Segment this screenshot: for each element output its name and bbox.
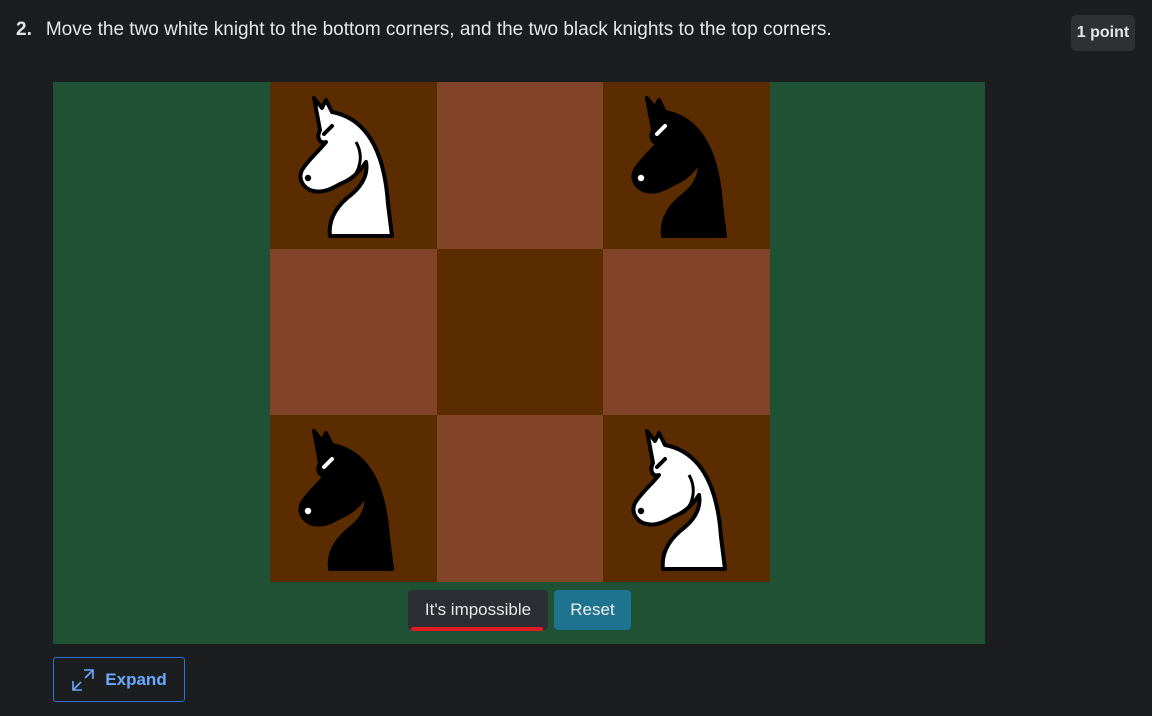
question-prompt: 2. Move the two white knight to the bott… [16,19,832,41]
expand-arrows-icon [71,668,95,692]
board-square[interactable] [270,415,437,582]
question-number: 2. [16,19,32,40]
board-square[interactable] [270,82,437,249]
board-square[interactable] [436,82,604,249]
board-square[interactable] [603,248,770,416]
board-square[interactable] [436,248,604,416]
board-square[interactable] [603,415,770,582]
reset-button[interactable]: Reset [554,590,631,630]
black-knight-icon[interactable] [270,415,436,581]
chess-board [270,82,770,582]
its-impossible-button[interactable]: It's impossible [408,590,548,630]
board-square[interactable] [270,248,437,416]
white-knight-icon[interactable] [603,415,769,581]
puzzle-panel: It's impossible Reset [53,82,985,644]
points-badge: 1 point [1071,15,1135,51]
question-text: Move the two white knight to the bottom … [45,19,832,40]
board-square[interactable] [436,415,604,582]
expand-label: Expand [105,669,167,689]
board-square[interactable] [603,82,770,249]
black-knight-icon[interactable] [603,82,769,248]
expand-button[interactable]: Expand [53,657,185,702]
selection-underline [411,627,543,631]
white-knight-icon[interactable] [270,82,436,248]
